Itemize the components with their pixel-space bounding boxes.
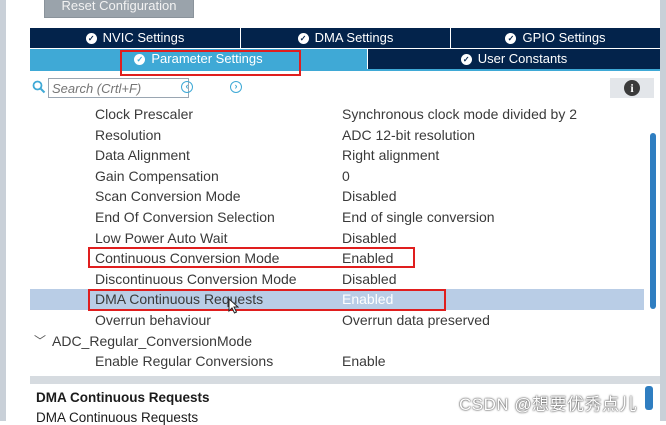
tab-label: DMA Settings: [314, 30, 394, 45]
group-name: ADC_Regular_ConversionMode: [52, 332, 252, 349]
reset-configuration-button[interactable]: Reset Configuration: [44, 0, 194, 18]
param-name: Clock Prescaler: [95, 106, 194, 122]
tab-label: User Constants: [477, 51, 568, 66]
param-value[interactable]: End of single conversion: [342, 207, 495, 227]
info-icon: i: [624, 80, 640, 96]
check-circle-icon: ✓: [505, 32, 517, 44]
toolbar: Reset Configuration: [6, 0, 660, 26]
search-previous-icon[interactable]: ‹: [181, 81, 193, 93]
check-circle-icon: ✓: [85, 32, 97, 44]
tab-parameter-settings[interactable]: ✓ Parameter Settings: [30, 49, 368, 69]
param-row-scan-conversion-mode[interactable]: Scan Conversion Mode Disabled: [30, 186, 644, 207]
parameter-list: Clock Prescaler Synchronous clock mode d…: [30, 104, 644, 374]
param-row-enable-regular-conversions[interactable]: Enable Regular Conversions Enable: [30, 351, 644, 372]
param-row-continuous-conversion-mode[interactable]: Continuous Conversion Mode Enabled: [30, 248, 644, 269]
param-row-gain-compensation[interactable]: Gain Compensation 0: [30, 166, 644, 187]
tab-user-constants[interactable]: ✓ User Constants: [368, 49, 660, 69]
param-row-low-power-auto-wait[interactable]: Low Power Auto Wait Disabled: [30, 228, 644, 249]
tab-dma-settings[interactable]: ✓ DMA Settings: [241, 28, 451, 48]
param-name: Data Alignment: [95, 147, 190, 164]
tab-gpio-settings[interactable]: ✓ GPIO Settings: [451, 28, 660, 48]
window-frame-right: [660, 0, 666, 421]
param-value[interactable]: Enable: [342, 351, 386, 371]
param-name: Resolution: [95, 126, 162, 143]
param-name: Low Power Auto Wait: [95, 229, 228, 246]
param-name: End Of Conversion Selection: [95, 209, 275, 225]
param-value[interactable]: Disabled: [342, 269, 396, 289]
param-value[interactable]: Disabled: [342, 228, 396, 248]
search-input[interactable]: [48, 78, 189, 98]
mouse-cursor-icon: [228, 298, 239, 314]
description-scrollbar-thumb[interactable]: [645, 386, 653, 410]
list-scrollbar-thumb[interactable]: [650, 133, 656, 309]
param-name: Continuous Conversion Mode: [95, 250, 280, 267]
group-row-adc-regular-conversion-mode[interactable]: ﹀ ADC_Regular_ConversionMode: [30, 331, 644, 352]
chevron-down-icon[interactable]: ﹀: [34, 331, 46, 351]
param-value[interactable]: Synchronous clock mode divided by 2: [342, 104, 577, 124]
check-circle-icon: ✓: [297, 32, 309, 44]
param-name: Gain Compensation: [95, 167, 219, 184]
description-body: DMA Continuous Requests: [36, 410, 199, 425]
watermark-text: CSDN @想要优秀点儿: [459, 395, 638, 414]
tab-nvic-settings[interactable]: ✓ NVIC Settings: [30, 28, 241, 48]
tab-underline: [30, 69, 660, 71]
param-row-end-of-conversion[interactable]: End Of Conversion Selection End of singl…: [30, 207, 644, 228]
param-row-overrun-behaviour[interactable]: Overrun behaviour Overrun data preserved: [30, 310, 644, 331]
check-circle-icon: ✓: [134, 53, 146, 65]
tab-label: Parameter Settings: [151, 51, 263, 66]
tab-label: NVIC Settings: [102, 30, 185, 45]
tab-label: GPIO Settings: [522, 30, 606, 45]
param-value[interactable]: Enabled: [342, 248, 393, 268]
param-value[interactable]: 0: [342, 166, 350, 186]
search-next-icon[interactable]: ›: [230, 81, 242, 93]
param-row-resolution[interactable]: Resolution ADC 12-bit resolution: [30, 125, 644, 146]
param-name: Enable Regular Conversions: [95, 353, 274, 370]
param-row-dma-continuous-requests[interactable]: DMA Continuous Requests Enabled: [30, 289, 644, 310]
description-splitter[interactable]: [30, 376, 660, 384]
param-name: Overrun behaviour: [95, 312, 211, 328]
description-title: DMA Continuous Requests: [36, 390, 210, 405]
param-value[interactable]: Overrun data preserved: [342, 310, 490, 330]
param-name: Discontinuous Conversion Mode: [95, 270, 297, 287]
check-circle-icon: ✓: [460, 53, 472, 65]
param-row-clock-prescaler[interactable]: Clock Prescaler Synchronous clock mode d…: [30, 104, 644, 125]
search-bar: ‹ › i: [30, 76, 660, 100]
window-frame-left: [0, 0, 6, 421]
param-value[interactable]: Enabled: [342, 289, 393, 309]
search-icon[interactable]: [32, 80, 46, 94]
param-row-discontinuous-conversion-mode[interactable]: Discontinuous Conversion Mode Disabled: [30, 269, 644, 290]
param-value[interactable]: Right alignment: [342, 145, 439, 165]
param-name: Scan Conversion Mode: [95, 188, 241, 205]
param-row-data-alignment[interactable]: Data Alignment Right alignment: [30, 145, 644, 166]
param-value[interactable]: ADC 12-bit resolution: [342, 125, 475, 145]
param-value[interactable]: Disabled: [342, 186, 396, 206]
info-button[interactable]: i: [610, 78, 654, 98]
